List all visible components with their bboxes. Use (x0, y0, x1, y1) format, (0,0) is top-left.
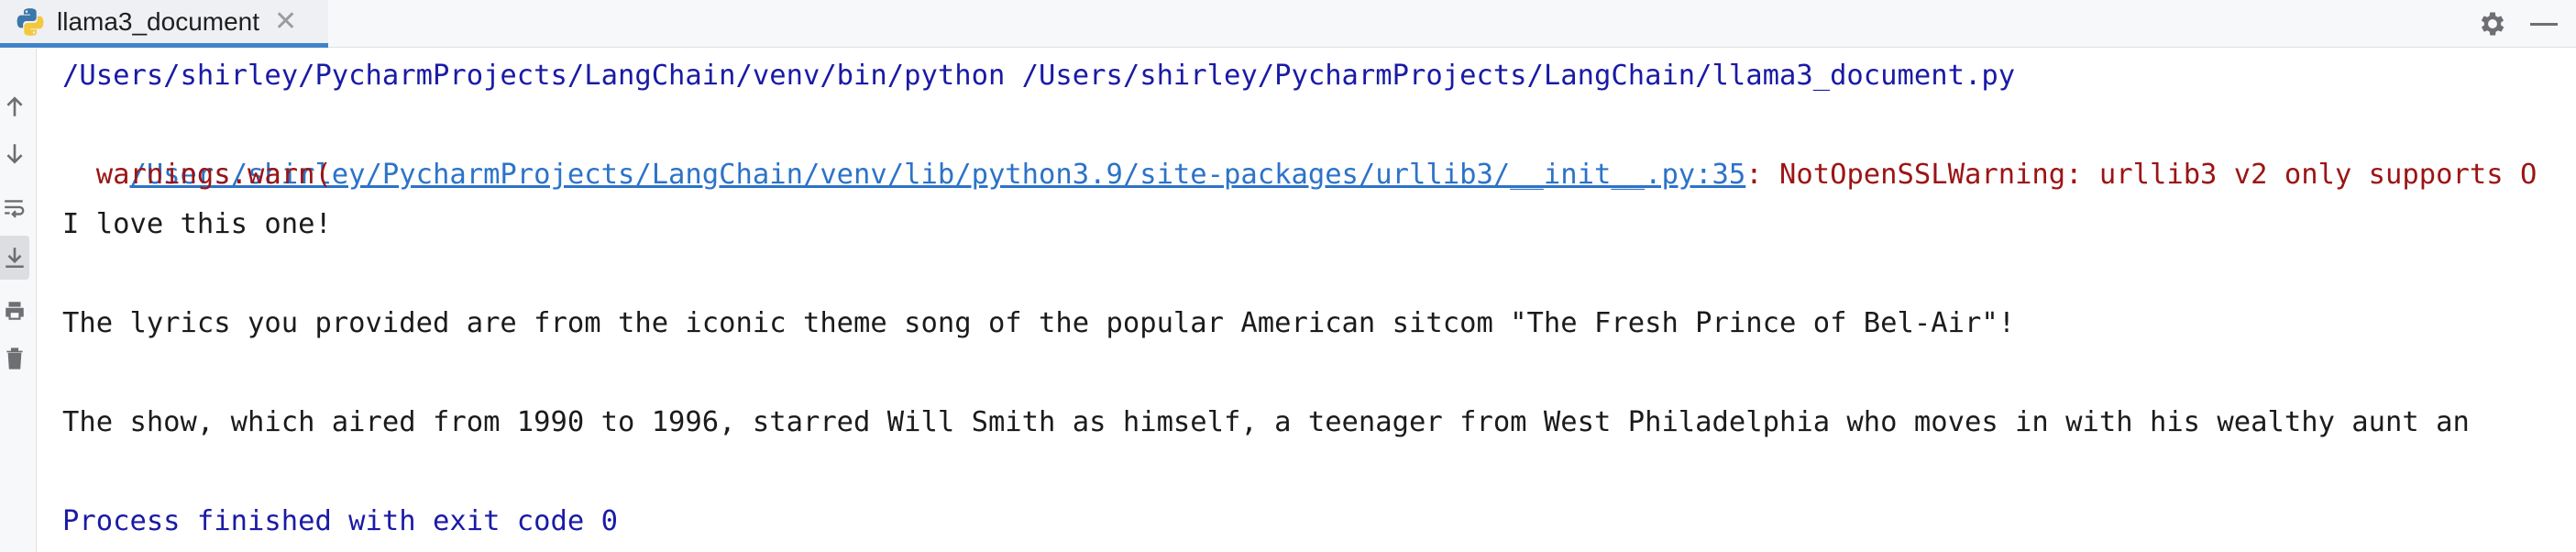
warning-line: /Users/shirley/PycharmProjects/LangChain… (62, 101, 2537, 191)
python-icon (17, 7, 44, 36)
close-icon[interactable]: ✕ (274, 7, 297, 36)
tool-window-actions (2466, 0, 2576, 48)
console-output[interactable]: /Users/shirley/PycharmProjects/LangChain… (62, 49, 2576, 552)
print-button[interactable] (0, 289, 29, 333)
command-line: /Users/shirley/PycharmProjects/LangChain… (62, 60, 2016, 92)
output-line: The show, which aired from 1990 to 1996,… (62, 406, 2470, 438)
trash-icon (6, 348, 23, 370)
output-line: The lyrics you provided are from the ico… (62, 307, 2016, 339)
warning-message: : NotOpenSSLWarning: urllib3 v2 only sup… (1745, 159, 2537, 191)
arrow-up-icon (6, 96, 23, 116)
output-line: I love this one! (62, 208, 332, 240)
arrow-down-icon (6, 144, 23, 164)
tab-label: llama3_document (57, 6, 260, 36)
tool-window-header: llama3_document ✕ (0, 0, 2576, 48)
soft-wrap-button[interactable] (0, 186, 29, 230)
scroll-to-end-button[interactable] (0, 236, 29, 280)
clear-button[interactable] (0, 337, 29, 381)
minimize-icon[interactable] (2530, 22, 2558, 26)
file-link[interactable]: /Users/shirley/PycharmProjects/LangChain… (129, 159, 1745, 191)
scroll-to-end-icon (6, 248, 24, 269)
up-button[interactable] (0, 85, 29, 129)
warning-call: warnings.warn( (62, 159, 332, 191)
soft-wrap-icon (5, 200, 25, 218)
down-button[interactable] (0, 131, 29, 175)
print-icon (6, 302, 24, 320)
console-toolbar (0, 49, 37, 552)
exit-message: Process finished with exit code 0 (62, 505, 618, 537)
gear-icon[interactable] (2477, 8, 2508, 39)
run-tab[interactable]: llama3_document ✕ (0, 0, 328, 48)
